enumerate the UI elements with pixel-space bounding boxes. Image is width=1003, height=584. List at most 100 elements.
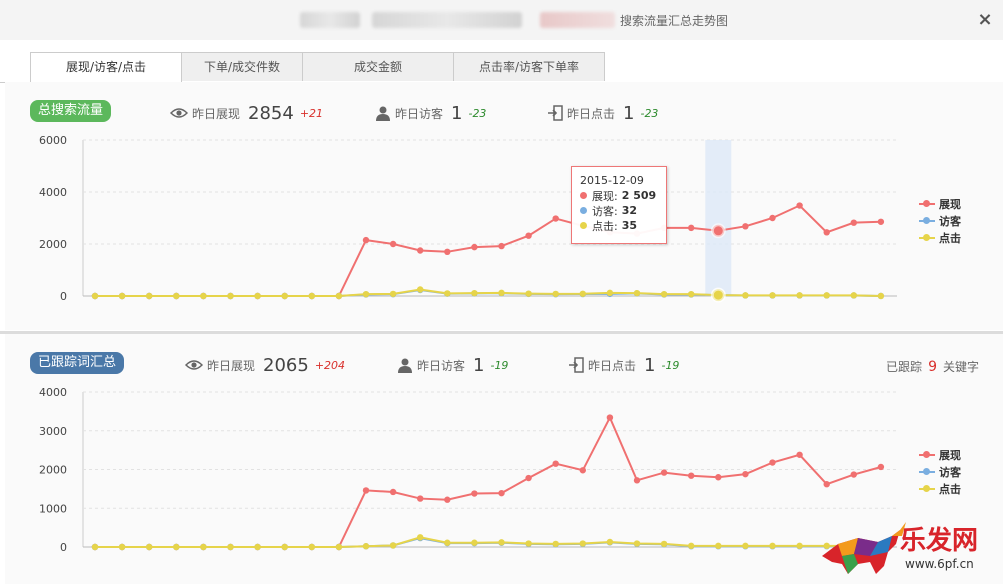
legend-item-clicks[interactable]: 点击 [919, 229, 961, 246]
data-point [552, 290, 559, 298]
tab-transaction-amount[interactable]: 成交金额 [302, 52, 454, 81]
blurred-title-part [372, 12, 522, 28]
data-point [525, 290, 532, 297]
data-point [660, 540, 668, 548]
y-tick-label: 0 [60, 541, 67, 554]
data-point [742, 542, 749, 550]
data-point [281, 543, 288, 551]
y-tick-label: 6000 [39, 134, 67, 147]
data-point [715, 542, 722, 550]
hover-highlight-band [705, 140, 732, 296]
data-point [796, 451, 803, 458]
data-point [606, 414, 614, 421]
data-point [660, 469, 668, 476]
data-point [877, 463, 885, 471]
data-point [362, 543, 370, 550]
y-tick-label: 2000 [39, 238, 67, 251]
tooltip-row-visitors: 访客: 32 [580, 203, 658, 218]
data-point [444, 539, 451, 546]
legend-item-impressions[interactable]: 展现 [919, 195, 961, 212]
data-point [796, 202, 803, 209]
tab-click-rate[interactable]: 点击率/访客下单率 [453, 52, 605, 81]
data-point [254, 543, 261, 551]
legend-item-clicks[interactable]: 点击 [919, 480, 961, 497]
data-point [688, 472, 695, 479]
data-point [688, 290, 695, 298]
data-point [606, 538, 614, 546]
data-point [389, 488, 397, 496]
close-button[interactable]: × [975, 10, 995, 30]
data-point [308, 292, 315, 300]
data-point [118, 292, 126, 300]
data-point [200, 292, 207, 300]
tab-orders[interactable]: 下单/成交件数 [181, 52, 303, 81]
data-point [742, 223, 749, 230]
data-point [389, 290, 397, 298]
data-point [417, 534, 424, 541]
y-tick-label: 3000 [39, 425, 67, 438]
data-point [742, 292, 749, 299]
data-point [660, 290, 668, 298]
data-point [769, 459, 776, 466]
data-point [769, 214, 776, 222]
data-point [823, 481, 830, 488]
data-point [688, 224, 695, 232]
series-line-2 [95, 288, 881, 297]
legend-item-impressions[interactable]: 展现 [919, 446, 961, 463]
watermark-brand: 乐发网 [900, 526, 979, 556]
data-point [417, 247, 424, 254]
data-point [227, 292, 234, 300]
chart-tooltip: 2015-12-09 展现: 2 509 访客: 32 点击: 35 [571, 166, 667, 244]
data-point [444, 496, 451, 503]
data-point [146, 292, 153, 300]
data-point [254, 292, 261, 300]
tab-impressions-visitors-clicks[interactable]: 展现/访客/点击 [30, 52, 182, 83]
tooltip-row-clicks: 点击: 35 [580, 218, 658, 233]
data-point [525, 232, 532, 239]
data-point [769, 292, 776, 299]
y-tick-label: 4000 [39, 386, 67, 399]
data-point [118, 543, 126, 551]
data-point [362, 236, 370, 244]
data-point [417, 286, 424, 293]
data-point [200, 543, 207, 551]
data-point [498, 489, 505, 497]
data-point [335, 543, 343, 551]
data-point [850, 292, 857, 299]
data-point [715, 474, 722, 481]
data-point [498, 539, 505, 546]
data-point [823, 229, 830, 236]
data-point [525, 540, 532, 547]
data-point [769, 542, 776, 550]
data-point [471, 289, 478, 297]
window-titlebar: 搜索流量汇总走势图 × [0, 0, 1003, 41]
blurred-title-part [540, 12, 615, 28]
data-point [688, 542, 695, 550]
y-tick-label: 4000 [39, 186, 67, 199]
data-point [606, 289, 614, 297]
y-tick-label: 1000 [39, 502, 67, 515]
data-point [850, 219, 857, 226]
data-point [471, 539, 478, 546]
data-point [389, 240, 397, 248]
data-point [823, 292, 830, 299]
data-point [444, 248, 451, 255]
data-point [362, 290, 370, 298]
data-point [417, 495, 424, 502]
data-point [552, 540, 559, 548]
data-point [877, 292, 885, 300]
chart-legend: 展现 访客 点击 [919, 446, 961, 497]
y-tick-label: 2000 [39, 464, 67, 477]
data-point [552, 460, 559, 467]
watermark-url: www.6pf.cn [905, 557, 974, 571]
data-point [308, 543, 315, 551]
tooltip-row-impressions: 展现: 2 509 [580, 188, 658, 203]
data-point [498, 289, 505, 297]
data-point [173, 543, 180, 551]
data-point [281, 292, 288, 300]
tab-bar: 展现/访客/点击 下单/成交件数 成交金额 点击率/访客下单率 [0, 40, 1003, 83]
legend-item-visitors[interactable]: 访客 [919, 212, 961, 229]
legend-item-visitors[interactable]: 访客 [919, 463, 961, 480]
data-point [444, 290, 451, 297]
chart-total-search-traffic: 0 2000 4000 6000 [39, 134, 897, 303]
